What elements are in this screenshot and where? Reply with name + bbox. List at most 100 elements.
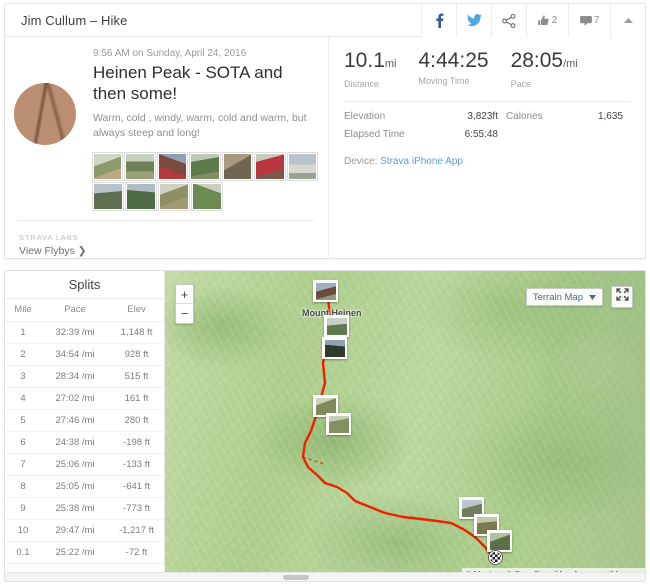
table-row[interactable]: 234:54 /mi928 ft (5, 344, 164, 366)
split-elev: 161 ft (109, 388, 164, 410)
activity-detail-column: 9:56 AM on Sunday, April 24, 2016 Heinen… (5, 37, 329, 259)
splits-column-mile: Mile (5, 299, 41, 322)
split-mile: 2 (5, 344, 41, 366)
map-photo-marker[interactable] (487, 530, 512, 552)
splits-and-map-panel: Splits Mile Pace Elev 132:39 /mi1,148 ft… (4, 270, 646, 582)
activity-description: Warm, cold , windy, warm, cold and warm,… (93, 111, 314, 141)
table-row[interactable]: 925:38 /mi-773 ft (5, 498, 164, 520)
photo-strip (93, 153, 317, 210)
stat-distance-label: Distance (344, 79, 396, 89)
split-elev: 515 ft (109, 366, 164, 388)
device-info: Device: Strava iPhone App (344, 156, 631, 167)
photo-thumbnail[interactable] (93, 183, 123, 210)
table-row[interactable]: 132:39 /mi1,148 ft (5, 322, 164, 344)
comment-button[interactable]: 7 (568, 4, 610, 37)
map-route-layer (165, 271, 645, 581)
stat-moving-time-value: 4:44:25 (418, 49, 488, 72)
photo-thumbnail[interactable] (159, 183, 189, 210)
photo-row (93, 183, 317, 210)
split-pace: 25:38 /mi (41, 498, 109, 520)
view-flybys-link[interactable]: View Flybys ❯ (19, 245, 87, 257)
map-photo-marker[interactable] (322, 337, 347, 359)
activity-card-header: Jim Cullum – Hike (5, 4, 645, 37)
photo-thumbnail[interactable] (93, 153, 122, 180)
table-row[interactable]: 1029:47 /mi-1,217 ft (5, 520, 164, 542)
photo-thumbnail[interactable] (125, 153, 154, 180)
thumbs-up-icon (538, 15, 550, 27)
stat-distance: 10.1mi Distance (344, 49, 396, 89)
comment-count: 7 (594, 15, 600, 26)
collapse-button[interactable] (610, 4, 645, 37)
scrollbar-thumb[interactable] (283, 575, 309, 580)
split-elev: -133 ft (109, 454, 164, 476)
map-fullscreen-button[interactable] (611, 286, 633, 308)
facebook-share-button[interactable] (421, 4, 456, 37)
kudos-count: 2 (552, 15, 558, 26)
activity-map[interactable]: Mount Heinen + − Terrain Map (165, 271, 645, 581)
header-actions: 2 7 (421, 4, 645, 37)
activity-title[interactable]: Heinen Peak - SOTA and then some! (93, 62, 314, 104)
map-photo-marker[interactable] (326, 413, 351, 435)
split-pace: 32:39 /mi (41, 322, 109, 344)
map-photo-marker[interactable] (313, 280, 338, 302)
stat-calories-label: Calories (506, 111, 574, 122)
photo-thumbnail[interactable] (192, 183, 222, 210)
split-mile: 3 (5, 366, 41, 388)
map-style-selector[interactable]: Terrain Map (526, 288, 603, 306)
share-button[interactable] (491, 4, 526, 37)
device-label: Device: (344, 156, 377, 167)
split-pace: 24:38 /mi (41, 432, 109, 454)
stat-empty-value (574, 129, 631, 140)
primary-stats: 10.1mi Distance 4:44:25 Moving Time 28:0… (344, 49, 631, 89)
stat-empty-label (506, 129, 574, 140)
avatar[interactable] (14, 83, 76, 145)
stat-moving-time-label: Moving Time (418, 76, 488, 86)
expand-icon (616, 288, 629, 306)
stat-pace-label: Pace (511, 79, 578, 89)
zoom-out-button[interactable]: − (176, 304, 193, 323)
stat-elapsed-time-label: Elapsed Time (344, 129, 432, 140)
share-icon (502, 14, 516, 28)
splits-body: 132:39 /mi1,148 ft 234:54 /mi928 ft 328:… (5, 322, 164, 564)
photo-thumbnail[interactable] (255, 153, 284, 180)
twitter-share-button[interactable] (456, 4, 491, 37)
table-row[interactable]: 825:05 /mi-641 ft (5, 476, 164, 498)
stat-elevation-label: Elevation (344, 111, 432, 122)
table-row[interactable]: 624:38 /mi-198 ft (5, 432, 164, 454)
map-style-label: Terrain Map (533, 292, 583, 303)
split-pace: 27:02 /mi (41, 388, 109, 410)
device-link[interactable]: Strava iPhone App (380, 156, 463, 167)
map-photo-marker[interactable] (324, 315, 349, 337)
photo-thumbnail[interactable] (223, 153, 252, 180)
split-pace: 25:06 /mi (41, 454, 109, 476)
photo-thumbnail[interactable] (126, 183, 156, 210)
split-elev: -198 ft (109, 432, 164, 454)
split-mile: 9 (5, 498, 41, 520)
activity-date: 9:56 AM on Sunday, April 24, 2016 (93, 48, 314, 59)
photo-thumbnail[interactable] (158, 153, 187, 180)
stat-pace-unit: /mi (563, 58, 578, 70)
chevron-down-icon (589, 292, 596, 303)
split-mile: 10 (5, 520, 41, 542)
photo-thumbnail[interactable] (190, 153, 219, 180)
photo-row (93, 153, 317, 180)
split-elev: 928 ft (109, 344, 164, 366)
table-row[interactable]: 427:02 /mi161 ft (5, 388, 164, 410)
photo-thumbnail[interactable] (288, 153, 317, 180)
split-mile: 4 (5, 388, 41, 410)
page-title: Jim Cullum – Hike (5, 13, 127, 28)
split-mile: 8 (5, 476, 41, 498)
strava-activity-page: Jim Cullum – Hike (0, 0, 650, 586)
activity-card: Jim Cullum – Hike (4, 3, 646, 259)
split-elev: -773 ft (109, 498, 164, 520)
table-row[interactable]: 527:46 /mi280 ft (5, 410, 164, 432)
zoom-in-button[interactable]: + (176, 285, 193, 304)
split-elev: -72 ft (109, 542, 164, 564)
avatar-image (14, 83, 76, 145)
kudos-button[interactable]: 2 (526, 4, 568, 37)
table-row[interactable]: 0.125:22 /mi-72 ft (5, 542, 164, 564)
table-row[interactable]: 725:06 /mi-133 ft (5, 454, 164, 476)
table-row[interactable]: 328:34 /mi515 ft (5, 366, 164, 388)
horizontal-scrollbar[interactable] (5, 572, 646, 581)
map-finish-marker[interactable] (489, 551, 502, 564)
